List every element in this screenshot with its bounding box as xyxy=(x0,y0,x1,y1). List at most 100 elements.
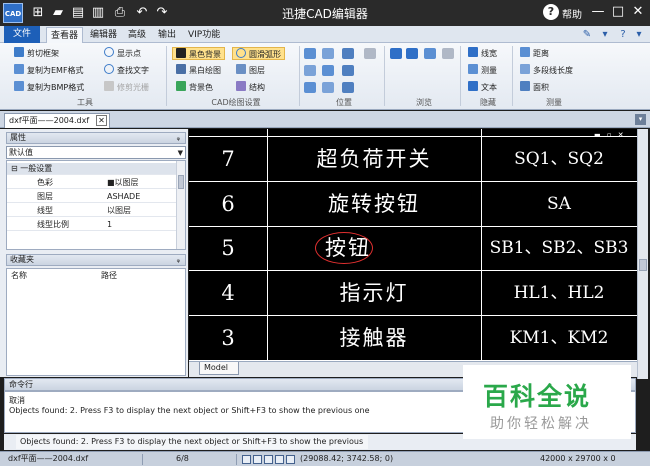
group-separator xyxy=(460,46,461,106)
scroll-thumb[interactable] xyxy=(639,259,647,271)
help-small-icon[interactable]: ? xyxy=(616,28,630,41)
status-drawing-size: 42000 x 29700 x 0 xyxy=(540,454,616,463)
view-3d-icon[interactable] xyxy=(322,82,334,93)
document-tab[interactable]: dxf平面——2004.dxf ✕ xyxy=(4,113,110,128)
tab-list-dropdown-icon[interactable]: ▾ xyxy=(635,114,646,125)
open-folder-icon[interactable]: ▰ xyxy=(50,5,66,21)
properties-combo[interactable]: 默认值 ▼ xyxy=(6,146,186,159)
smooth-arc-button[interactable]: 圆滑弧形 xyxy=(232,47,285,60)
column-path[interactable]: 路径 xyxy=(101,270,117,281)
osnap-icon[interactable] xyxy=(286,455,295,464)
pan-hand-icon[interactable] xyxy=(364,48,376,59)
structure-button[interactable]: 结构 xyxy=(236,81,265,94)
row-name: 指示灯 xyxy=(339,281,409,305)
maximize-icon[interactable]: □ xyxy=(610,4,626,20)
row-number: 3 xyxy=(221,326,235,350)
polyline-length-button[interactable]: 多段线长度 xyxy=(520,64,573,77)
fit-icon[interactable] xyxy=(304,65,316,76)
structure-icon xyxy=(236,81,246,91)
ortho-icon[interactable] xyxy=(264,455,273,464)
column-name[interactable]: 名称 xyxy=(11,270,27,281)
dropdown-icon[interactable]: ▾ xyxy=(598,28,612,41)
close-tab-icon[interactable]: ✕ xyxy=(96,115,107,126)
orbit-icon[interactable] xyxy=(304,82,316,93)
model-tab[interactable]: Model xyxy=(199,362,239,375)
drawing-canvas[interactable]: 7 超负荷开关 SQ1、SQ2 6 旋转按钮 SA 5 按钮 SB1、SB2、S… xyxy=(189,129,637,361)
grid-icon[interactable] xyxy=(253,455,262,464)
layers-button[interactable]: 图层 xyxy=(236,64,265,77)
bw-drawing-button[interactable]: 黑白绘图 xyxy=(176,64,221,77)
snap-icon[interactable] xyxy=(242,455,251,464)
view-options-icon[interactable] xyxy=(342,82,354,93)
property-row[interactable]: 色彩 ■以图层 xyxy=(7,177,177,189)
property-row[interactable]: 线型 以图层 xyxy=(7,205,177,217)
properties-title: 属性 xyxy=(10,133,26,142)
print-icon[interactable]: ⎙ xyxy=(112,5,128,21)
tab-advanced[interactable]: 高级 xyxy=(124,27,150,43)
properties-scrollbar[interactable] xyxy=(176,161,185,249)
zoom-out-icon[interactable] xyxy=(342,65,354,76)
close-icon[interactable]: ✕ xyxy=(630,4,646,20)
group-separator xyxy=(299,46,300,106)
tab-output[interactable]: 输出 xyxy=(154,27,180,43)
zoom-in-icon[interactable] xyxy=(342,48,354,59)
copy-emf-button[interactable]: 复制为EMF格式 xyxy=(14,64,84,77)
zoom-window-icon[interactable] xyxy=(304,48,316,59)
row-number: 5 xyxy=(221,236,235,260)
command-input[interactable]: Objects found: 2. Press F3 to display th… xyxy=(16,435,368,460)
properties-combo-value: 默认值 xyxy=(9,148,33,157)
property-row[interactable]: 线型比例 1 xyxy=(7,219,177,231)
document-tab-strip: dxf平面——2004.dxf ✕ ▾ xyxy=(0,111,650,128)
brush-icon[interactable]: ✎ xyxy=(580,28,594,41)
redo-icon[interactable]: ↷ xyxy=(154,5,170,21)
polar-icon[interactable] xyxy=(275,455,284,464)
browse-options-icon[interactable] xyxy=(442,48,454,59)
save-as-icon[interactable]: ▥ xyxy=(90,5,106,21)
undo-icon[interactable]: ↶ xyxy=(134,5,150,21)
tab-file[interactable]: 文件 xyxy=(4,26,40,43)
status-coordinates: (29088.42; 3742.58; 0) xyxy=(300,454,394,463)
trim-raster-button[interactable]: 修剪光栅 xyxy=(104,81,149,94)
help-label[interactable]: 帮助 xyxy=(562,6,582,21)
help-icon[interactable]: ? xyxy=(543,4,559,20)
copy-bmp-button[interactable]: 复制为BMP格式 xyxy=(14,81,84,94)
text-button[interactable]: 文本 xyxy=(468,81,497,94)
background-color-button[interactable]: 背景色 xyxy=(176,81,213,94)
scroll-thumb[interactable] xyxy=(178,175,184,189)
show-points-button[interactable]: 显示点 xyxy=(104,47,141,60)
section-general[interactable]: ⊟ 一般设置 xyxy=(7,163,177,175)
copy-emf-icon xyxy=(14,64,24,74)
hide-measure-button[interactable]: 测量 xyxy=(468,64,497,77)
area-button[interactable]: 面积 xyxy=(520,81,549,94)
new-file-icon[interactable]: ⊞ xyxy=(30,5,46,21)
trim-raster-icon xyxy=(104,81,114,91)
cut-frame-button[interactable]: 剪切框架 xyxy=(14,47,59,60)
region-icon[interactable] xyxy=(322,65,334,76)
save-icon[interactable]: ▤ xyxy=(70,5,86,21)
group-separator xyxy=(512,46,513,106)
pin-icon[interactable]: ᵩ xyxy=(177,133,180,143)
refresh-icon[interactable] xyxy=(424,48,436,59)
zoom-extents-icon[interactable] xyxy=(322,48,334,59)
find-text-button[interactable]: 查找文字 xyxy=(104,64,149,77)
dropdown-icon[interactable]: ▾ xyxy=(632,28,646,41)
group-label-browse: 浏览 xyxy=(416,98,432,107)
properties-table: ⊟ 一般设置 色彩 ■以图层 图层 ASHADE 线型 以图层 线型比例 1 xyxy=(6,160,186,250)
minimize-icon[interactable]: — xyxy=(590,4,606,20)
property-row[interactable]: 图层 ASHADE xyxy=(7,191,177,203)
group-label-cad-settings: CAD绘图设置 xyxy=(211,98,261,107)
tab-viewer[interactable]: 查看器 xyxy=(46,27,84,43)
drawing-vertical-scrollbar[interactable] xyxy=(637,129,648,379)
show-points-icon xyxy=(104,47,114,57)
line-width-button[interactable]: 线宽 xyxy=(468,47,497,60)
row-name: 接触器 xyxy=(339,326,409,350)
tab-editor[interactable]: 编辑器 xyxy=(86,27,121,43)
arrow-right-icon[interactable] xyxy=(406,48,418,59)
drawing-window-controls[interactable]: ▬ ▫ ✕ xyxy=(594,131,626,139)
black-background-button[interactable]: 黑色背景 xyxy=(172,47,225,60)
distance-button[interactable]: 距离 xyxy=(520,47,549,60)
tab-vip[interactable]: VIP功能 xyxy=(184,27,224,43)
group-label-position: 位置 xyxy=(336,98,352,107)
arrow-left-icon[interactable] xyxy=(390,48,402,59)
pin-icon[interactable]: ᵩ xyxy=(177,255,180,265)
